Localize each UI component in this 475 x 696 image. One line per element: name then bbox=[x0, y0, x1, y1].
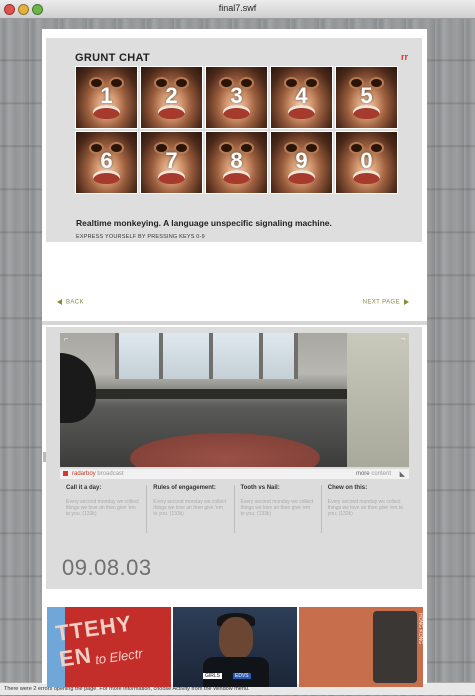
key-number: 9 bbox=[295, 148, 308, 173]
monkey-face-key-6[interactable]: 6 bbox=[75, 131, 138, 194]
thumbnail-body bbox=[203, 657, 269, 687]
monkey-face-key-5[interactable]: 5 bbox=[335, 66, 398, 129]
thumbnail-electric-sign[interactable]: TTEHY EN to Electr bbox=[47, 607, 171, 687]
radarboy-logo-icon: rr bbox=[400, 52, 408, 62]
monkey-face-key-4[interactable]: 4 bbox=[270, 66, 333, 129]
side-tab-handle[interactable] bbox=[43, 452, 46, 462]
corner-mark-icon: ⌐ bbox=[64, 336, 69, 343]
video-scene-wall bbox=[347, 333, 409, 467]
monkey-face-key-2[interactable]: 2 bbox=[140, 66, 203, 129]
thumbnail-label: EDVS bbox=[233, 673, 251, 679]
broadcast-item[interactable]: Tooth vs Nail: Every second monday we co… bbox=[235, 485, 322, 533]
more-label: more bbox=[355, 471, 370, 477]
thumbnail-label: GIRLS bbox=[203, 673, 223, 679]
broadcast-brand: radarboy broadcast bbox=[72, 469, 124, 479]
radarboy-square-icon bbox=[63, 471, 68, 476]
monkey-face-key-1[interactable]: 1 bbox=[75, 66, 138, 129]
key-number: 5 bbox=[360, 83, 373, 108]
broadcast-item-body: Every second monday we collect things we… bbox=[153, 499, 227, 517]
key-number: 1 bbox=[100, 83, 113, 108]
video-scene-chair bbox=[60, 353, 96, 423]
broadcast-item[interactable]: Rules of engagement: Every second monday… bbox=[147, 485, 235, 533]
key-number: 6 bbox=[100, 148, 113, 173]
flash-page: GRUNT CHAT rr 1 2 3 4 5 6 7 8 9 0 Realti… bbox=[42, 29, 427, 687]
window-title: final7.swf bbox=[218, 3, 257, 13]
monkey-face-key-3[interactable]: 3 bbox=[205, 66, 268, 129]
monkey-face-key-7[interactable]: 7 bbox=[140, 131, 203, 194]
video-scene-table bbox=[130, 433, 320, 467]
broadcast-item-body: Every second monday we collect things we… bbox=[240, 499, 314, 517]
broadcast-item-body: Every second monday we collect things we… bbox=[327, 499, 403, 517]
next-page-link[interactable]: NEXT PAGE bbox=[363, 299, 409, 306]
brand-suffix: broadcast bbox=[97, 471, 124, 477]
arrow-left-icon bbox=[57, 299, 62, 305]
broadcast-strip: radarboy broadcast more content ◣ bbox=[60, 469, 409, 479]
thumbnail-strip: TTEHY EN to Electr GIRLS EDVS HONG KONG bbox=[47, 607, 423, 687]
next-page-label: NEXT PAGE bbox=[362, 299, 400, 306]
monkey-face-key-8[interactable]: 8 bbox=[205, 131, 268, 194]
broadcast-item-heading: Call it a day: bbox=[66, 485, 102, 491]
broadcast-item-body: Every second monday we collect things we… bbox=[66, 499, 139, 517]
broadcast-panel: ⌐ ¬ radarboy broadcast more content ◣ Ca… bbox=[43, 327, 422, 589]
broadcast-item-heading: Chew on this: bbox=[327, 485, 368, 491]
broadcast-item[interactable]: Call it a day: Every second monday we co… bbox=[60, 485, 148, 533]
key-number: 8 bbox=[230, 148, 243, 173]
more-content-link[interactable]: more content bbox=[356, 469, 391, 479]
thumbnail-vertical-label: HONG KONG bbox=[417, 613, 423, 645]
broadcast-date: 09.08.03 bbox=[62, 555, 152, 580]
title-bar: final7.swf bbox=[0, 0, 475, 19]
grunt-tagline: Realtime monkeying. A language unspecifi… bbox=[76, 218, 332, 228]
thumbnail-face bbox=[219, 617, 253, 659]
video-player[interactable]: ⌐ ¬ bbox=[60, 333, 409, 467]
thumbnail-chair bbox=[373, 611, 417, 683]
thumbnail-hong-kong[interactable]: HONG KONG bbox=[299, 607, 423, 687]
wood-background: GRUNT CHAT rr 1 2 3 4 5 6 7 8 9 0 Realti… bbox=[0, 19, 475, 687]
thumbnail-portrait[interactable]: GIRLS EDVS bbox=[173, 607, 297, 687]
key-number: 7 bbox=[165, 148, 178, 173]
corner-mark-icon: ¬ bbox=[400, 336, 405, 343]
video-scene-window bbox=[115, 333, 298, 379]
monkey-face-grid: 1 2 3 4 5 6 7 8 9 0 bbox=[75, 66, 398, 194]
monkey-face-key-0[interactable]: 0 bbox=[335, 131, 398, 194]
key-number: 3 bbox=[230, 83, 243, 108]
brand-name: radarboy bbox=[72, 471, 96, 477]
back-label: BACK bbox=[66, 299, 84, 306]
grunt-chat-panel: GRUNT CHAT rr 1 2 3 4 5 6 7 8 9 0 Realti… bbox=[46, 38, 422, 242]
broadcast-item-heading: Rules of engagement: bbox=[153, 485, 216, 491]
broadcast-item[interactable]: Chew on this: Every second monday we col… bbox=[322, 485, 409, 533]
broadcast-item-heading: Tooth vs Nail: bbox=[240, 485, 280, 491]
browser-window: final7.swf GRUNT CHAT rr 1 2 3 4 5 6 7 8… bbox=[0, 0, 475, 695]
broadcast-columns: Call it a day: Every second monday we co… bbox=[60, 485, 409, 533]
monkey-face-key-9[interactable]: 9 bbox=[270, 131, 333, 194]
grunt-instruction: EXPRESS YOURSELF BY PRESSING KEYS 0-9 bbox=[76, 234, 205, 240]
more-arrow-icon[interactable]: ◣ bbox=[400, 470, 405, 480]
section-divider bbox=[42, 321, 427, 325]
grunt-chat-title: GRUNT CHAT bbox=[75, 52, 150, 64]
key-number: 2 bbox=[165, 83, 178, 108]
more-suffix: content bbox=[371, 471, 391, 477]
key-number: 4 bbox=[295, 83, 308, 108]
back-link[interactable]: BACK bbox=[57, 299, 84, 306]
key-number: 0 bbox=[360, 148, 373, 173]
arrow-right-icon bbox=[404, 299, 409, 305]
